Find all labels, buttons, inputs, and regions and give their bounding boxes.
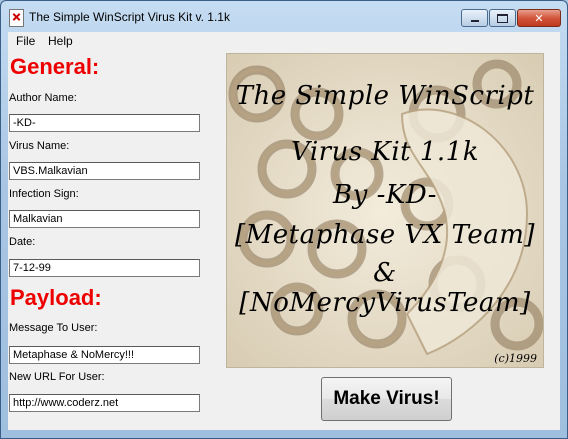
general-heading: General: (10, 54, 100, 79)
message-to-user-label: Message To User: (9, 322, 98, 334)
infection-sign-field[interactable]: Malkavian (9, 210, 200, 228)
copyright-text: (c)1999 (494, 352, 537, 365)
title-bar[interactable]: The Simple WinScript Virus Kit v. 1.1k ✕ (1, 1, 567, 32)
virus-name-label: Virus Name: (9, 140, 70, 152)
splash-image: The Simple WinScript Virus Kit 1.1k By -… (226, 53, 544, 368)
virus-name-field[interactable]: VBS.Malkavian (9, 162, 200, 180)
minimize-icon (470, 20, 479, 22)
splash-line-3: By -KD- (333, 180, 437, 210)
splash-line-2: Virus Kit 1.1k (291, 137, 479, 167)
close-icon: ✕ (534, 11, 544, 25)
date-label: Date: (9, 236, 36, 248)
message-to-user-field[interactable]: Metaphase & NoMercy!!! (9, 346, 200, 364)
app-icon[interactable] (9, 9, 24, 27)
date-field[interactable]: 7-12-99 (9, 259, 200, 277)
minimize-button[interactable] (461, 9, 488, 27)
new-url-label: New URL For User: (9, 371, 105, 383)
infection-sign-label: Infection Sign: (9, 188, 79, 200)
app-window: The Simple WinScript Virus Kit v. 1.1k ✕… (0, 0, 568, 439)
maximize-button[interactable] (489, 9, 516, 27)
client-area: General: Author Name: -KD- Virus Name: V… (8, 50, 560, 430)
splash-line-6: [NoMercyVirusTeam] (239, 288, 531, 318)
splash-line-4: [Metaphase VX Team] (234, 220, 536, 250)
window-title: The Simple WinScript Virus Kit v. 1.1k (29, 10, 230, 24)
make-virus-button[interactable]: Make Virus! (321, 377, 452, 421)
new-url-field[interactable]: http://www.coderz.net (9, 394, 200, 412)
splash-line-1: The Simple WinScript (235, 81, 535, 111)
menu-bar: File Help (8, 32, 560, 50)
menu-file[interactable]: File (16, 34, 35, 48)
payload-heading: Payload: (10, 285, 102, 310)
author-name-field[interactable]: -KD- (9, 114, 200, 132)
menu-help[interactable]: Help (48, 34, 73, 48)
maximize-icon (497, 13, 508, 23)
close-button[interactable]: ✕ (517, 9, 561, 27)
splash-line-5: & (373, 258, 397, 288)
author-name-label: Author Name: (9, 92, 77, 104)
